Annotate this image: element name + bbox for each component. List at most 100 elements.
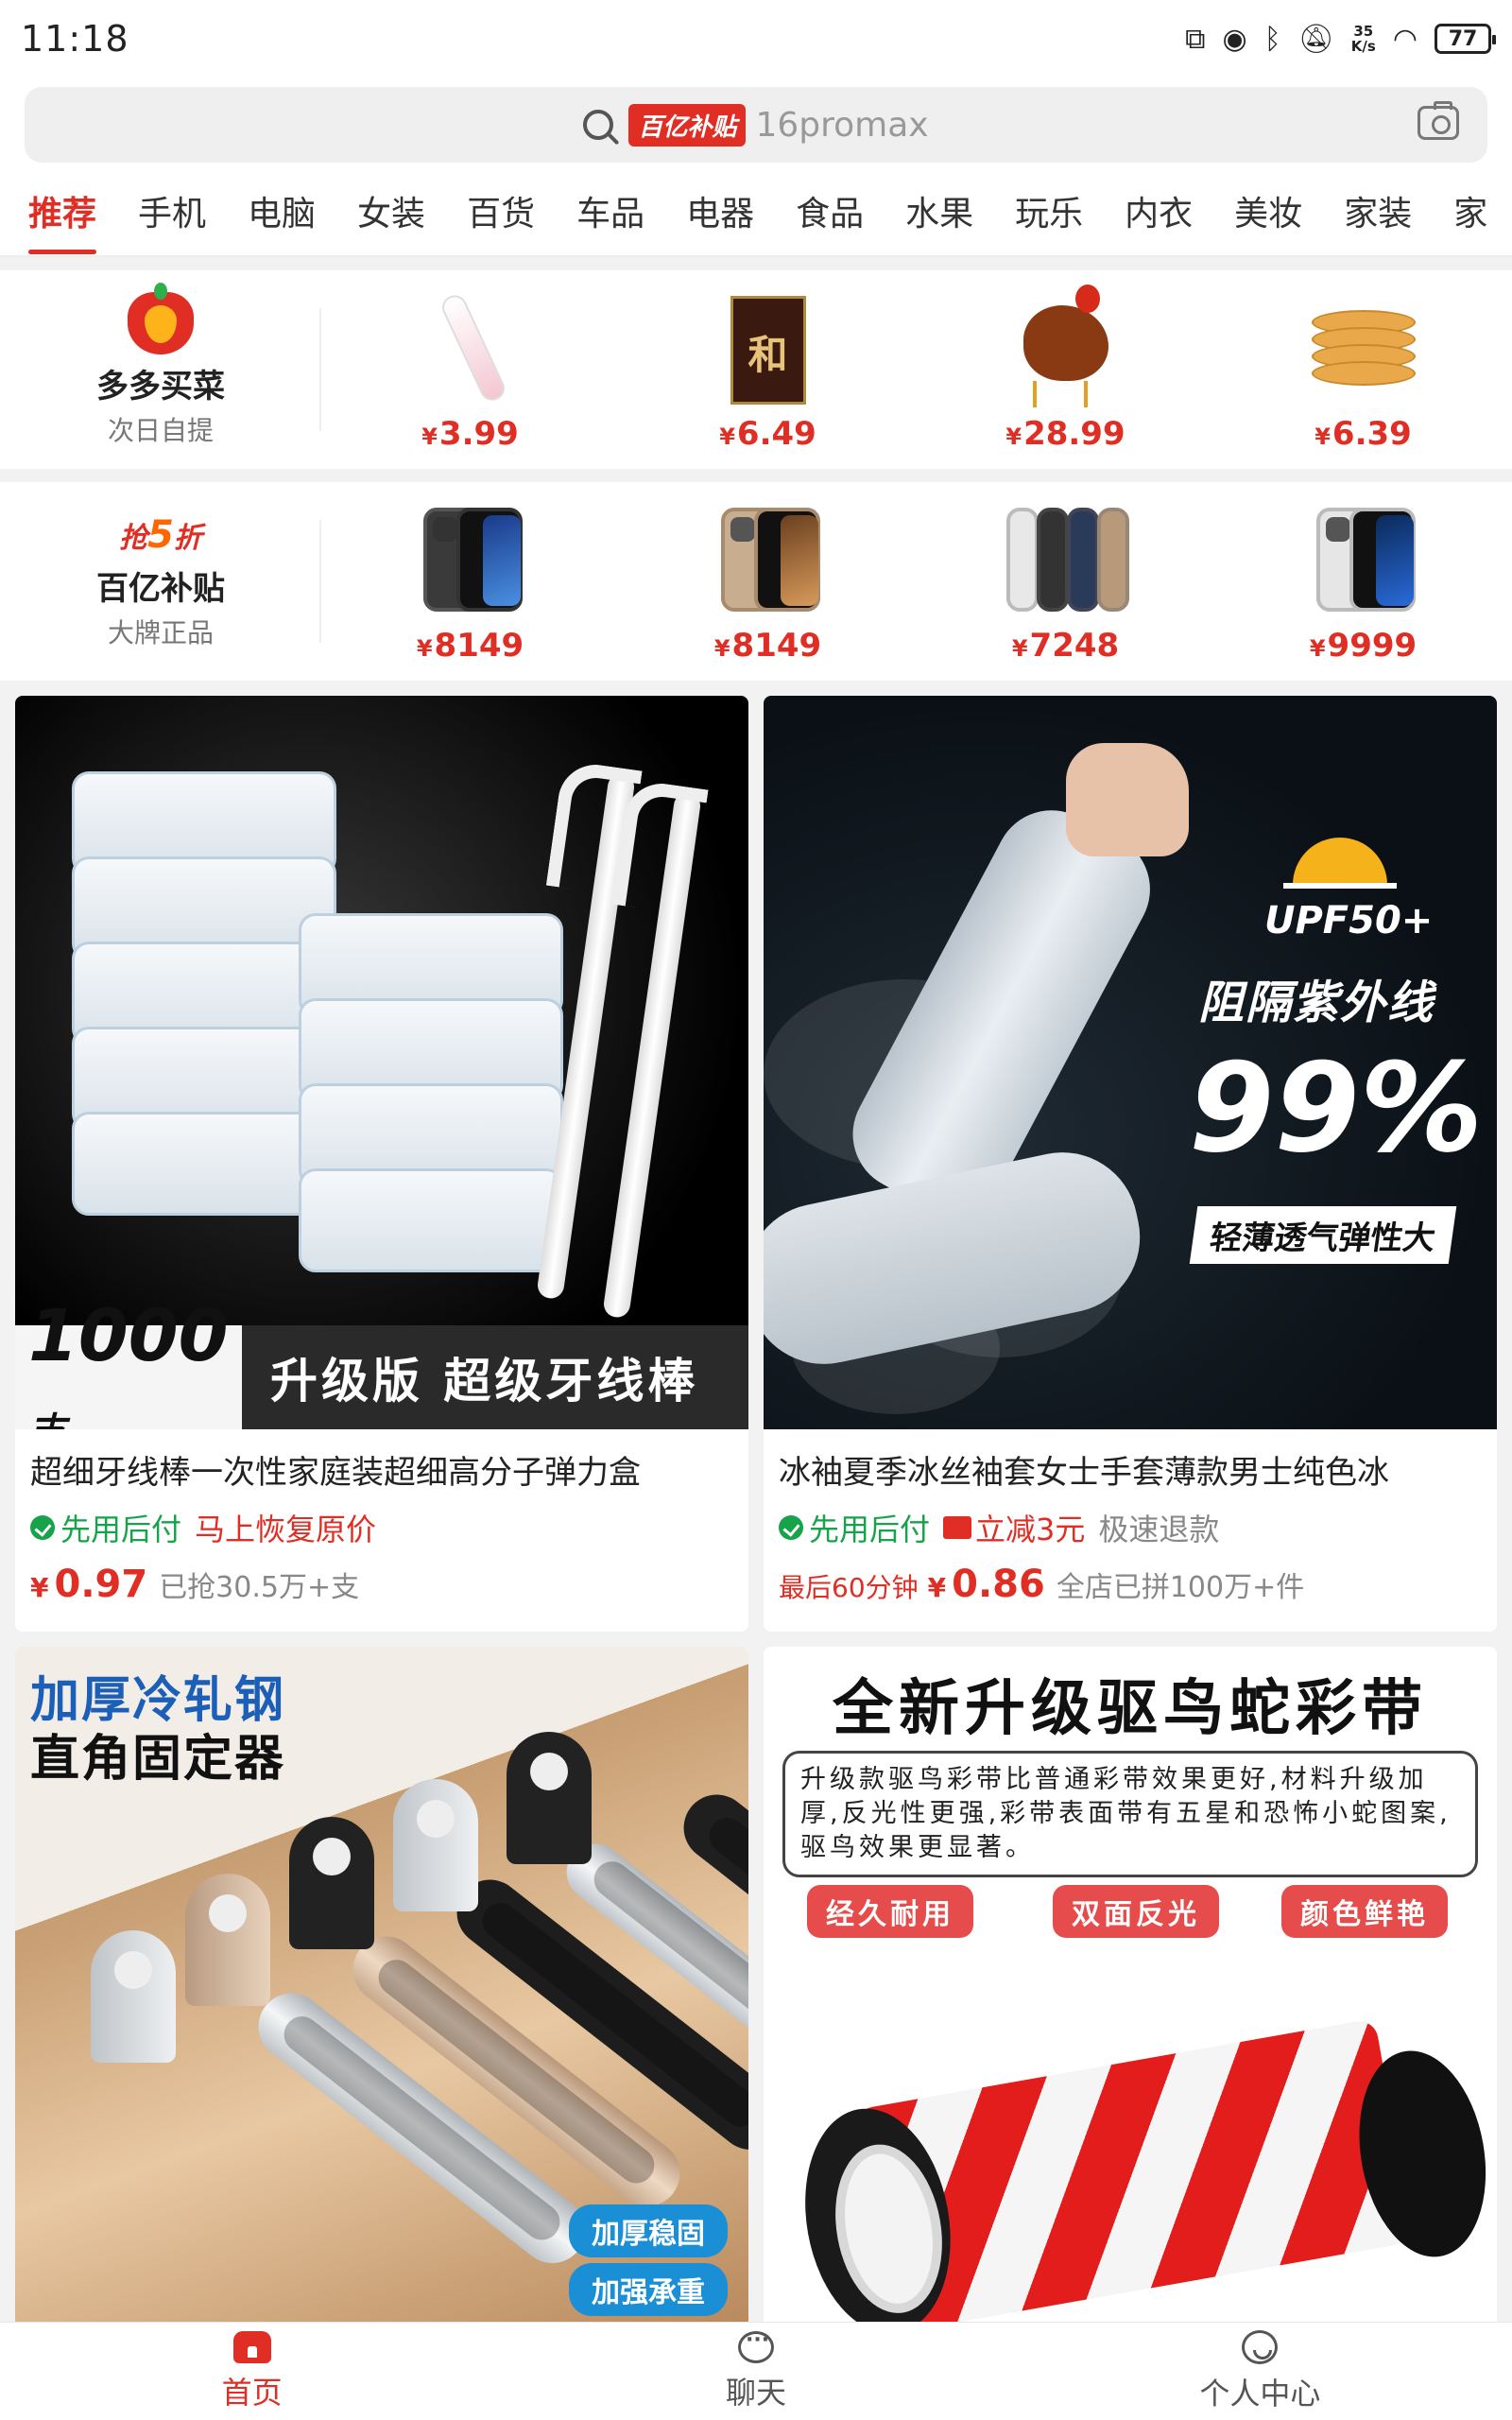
- status-time: 11:18: [21, 18, 129, 60]
- brand-subtitle: 大牌正品: [107, 616, 214, 648]
- promo-brand-subsidy[interactable]: 抢5折 百亿补贴 大牌正品: [0, 482, 321, 681]
- pay-later-icon: [779, 1515, 803, 1540]
- promo-item[interactable]: ¥28.99: [957, 285, 1175, 453]
- promo-price: ¥6.39: [1314, 415, 1412, 453]
- network-speed: 35 K/s: [1351, 24, 1376, 54]
- product-tags: 先用后付 马上恢复原价: [15, 1493, 748, 1549]
- nav-profile[interactable]: 个人中心: [1008, 2323, 1512, 2420]
- status-bar: 11:18 ⧉ ◉ ᛒ 🔕︎ 35 K/s ◠ 77: [0, 0, 1512, 78]
- product-tags: 先用后付 立减3元 极速退款: [764, 1493, 1497, 1549]
- promo-price: ¥8149: [416, 627, 524, 665]
- tab-fruit[interactable]: 水果: [905, 186, 973, 241]
- image-banner: 1000支 升级版 超级牙线棒: [15, 1293, 748, 1429]
- nav-profile-label: 个人中心: [1199, 2375, 1321, 2411]
- tab-car-goods[interactable]: 车品: [576, 186, 644, 241]
- tea-box-icon: [707, 286, 830, 409]
- promo-item[interactable]: ¥6.39: [1255, 286, 1472, 453]
- tab-recommend[interactable]: 推荐: [28, 186, 97, 254]
- pay-later-tag: 先用后付: [30, 1506, 181, 1549]
- coupon-icon: [943, 1516, 972, 1539]
- promo-price: ¥6.49: [719, 415, 816, 453]
- product-card[interactable]: 全新升级驱鸟蛇彩带 升级款驱鸟彩带比普通彩带效果更好,材料升级加厚,反光性更强,…: [764, 1647, 1497, 2327]
- promo-item[interactable]: ¥3.99: [362, 286, 579, 453]
- person-icon: [1242, 2329, 1279, 2364]
- app-page: 11:18 ⧉ ◉ ᛒ 🔕︎ 35 K/s ◠ 77 百亿补贴 16promax…: [0, 0, 1512, 2420]
- tab-appliances[interactable]: 电器: [686, 186, 754, 241]
- product-title: 冰袖夏季冰丝袖套女士手套薄款男士纯色冰: [779, 1454, 1389, 1492]
- product-image-sleeve: UPF50+ 阻隔紫外线 99% 轻薄透气弹性大: [764, 696, 1497, 1429]
- camera-icon[interactable]: [1418, 101, 1459, 140]
- search-query: 16promax: [755, 105, 929, 145]
- promo-row-subsidy: 抢5折 百亿补贴 大牌正品 ¥8149 ¥8149 ¥7248 ¥9999: [0, 482, 1512, 681]
- nav-chat-label: 聊天: [725, 2374, 786, 2411]
- upf-label: UPF50+: [1264, 899, 1434, 942]
- toothbrush-icon: [409, 286, 532, 409]
- image-tag: 加厚稳固: [569, 2204, 728, 2257]
- product-card[interactable]: 加厚冷轧钢 直角固定器 加厚稳固 加强承重: [15, 1647, 748, 2327]
- image-title: 全新升级驱鸟蛇彩带: [833, 1674, 1428, 1744]
- product-card[interactable]: UPF50+ 阻隔紫外线 99% 轻薄透气弹性大 冰袖夏季冰丝袖套女士手套薄款男…: [764, 696, 1497, 1632]
- pancake-icon: [1302, 286, 1425, 409]
- tab-food[interactable]: 食品: [796, 186, 864, 241]
- tab-beauty[interactable]: 美妆: [1234, 186, 1302, 241]
- tab-womens-wear[interactable]: 女装: [357, 186, 425, 241]
- product-image-floss: 1000支 升级版 超级牙线棒: [15, 696, 748, 1429]
- feature-tag: 轻薄透气弹性大: [1189, 1206, 1457, 1264]
- promo-price: ¥8149: [713, 627, 822, 665]
- sold-count: 已抢30.5万+支: [159, 1571, 360, 1604]
- image-description: 升级款驱鸟彩带比普通彩带效果更好,材料升级加厚,反光性更强,彩带表面带有五星和恐…: [782, 1751, 1478, 1877]
- nav-chat[interactable]: 聊天: [504, 2323, 1007, 2420]
- carrot-logo-icon: [128, 282, 194, 354]
- pay-later-tag: 先用后付: [779, 1506, 930, 1549]
- promo-price: ¥28.99: [1005, 415, 1125, 453]
- sold-count: 全店已拼100万+件: [1056, 1571, 1305, 1604]
- promo-item[interactable]: ¥9999: [1255, 498, 1472, 665]
- nav-home[interactable]: 首页: [0, 2323, 504, 2420]
- subsidy-badge: 百亿补贴: [628, 103, 747, 147]
- nav-home-label: 首页: [221, 2374, 283, 2411]
- bottom-nav: 首页 聊天 个人中心: [0, 2322, 1512, 2420]
- search-icon: [583, 110, 614, 140]
- search-bar[interactable]: 百亿补贴 16promax: [25, 87, 1487, 163]
- discount-tag: 立减3元: [943, 1506, 1085, 1549]
- promo-price: ¥3.99: [421, 415, 519, 453]
- mute-icon: 🔕︎: [1297, 22, 1334, 56]
- discount-tag: 抢5折: [119, 512, 202, 557]
- promo-items: ¥8149 ¥8149 ¥7248 ¥9999: [321, 498, 1512, 665]
- image-tag: 加强承重: [569, 2263, 728, 2316]
- pay-later-icon: [30, 1515, 55, 1540]
- promo-brand-grocery[interactable]: 多多买菜 次日自提: [0, 270, 321, 469]
- cast-icon: ⧉: [1185, 22, 1206, 56]
- bluetooth-icon: ᛒ: [1263, 22, 1281, 56]
- tab-phones[interactable]: 手机: [138, 186, 206, 241]
- countdown-label: 最后60分钟: [779, 1572, 919, 1603]
- tab-home-decor[interactable]: 家装: [1344, 186, 1412, 241]
- product-card[interactable]: 1000支 升级版 超级牙线棒 超细牙线棒一次性家庭装超细高分子弹力盒 先用后付…: [15, 696, 748, 1632]
- promo-item[interactable]: ¥7248: [957, 498, 1175, 665]
- net-speed-unit: K/s: [1350, 38, 1376, 55]
- promo-item[interactable]: ¥6.49: [660, 286, 877, 453]
- tab-underwear[interactable]: 内衣: [1125, 186, 1193, 241]
- tab-computers[interactable]: 电脑: [248, 186, 316, 241]
- tab-home-partial[interactable]: 家: [1453, 186, 1487, 241]
- promo-item[interactable]: ¥8149: [660, 498, 877, 665]
- product-image-bracket: 加厚冷轧钢 直角固定器 加厚稳固 加强承重: [15, 1647, 748, 2327]
- image-pill: 经久耐用: [807, 1885, 973, 1938]
- phone-icon: [707, 498, 830, 621]
- phone-icon: [1302, 498, 1425, 621]
- eye-icon: ◉: [1222, 22, 1247, 56]
- search-area: 百亿补贴 16promax: [0, 78, 1512, 172]
- tab-entertainment[interactable]: 玩乐: [1015, 186, 1083, 241]
- status-icons: ⧉ ◉ ᛒ 🔕︎ 35 K/s ◠ 77: [1185, 22, 1496, 56]
- image-pill: 颜色鲜艳: [1281, 1885, 1448, 1938]
- chat-icon: [737, 2328, 774, 2363]
- promo-item[interactable]: ¥8149: [362, 498, 579, 665]
- brand-title: 百亿补贴: [96, 569, 225, 608]
- home-icon: [232, 2330, 271, 2363]
- promo-tag: 马上恢复原价: [195, 1512, 377, 1547]
- product-title: 超细牙线棒一次性家庭装超细高分子弹力盒: [30, 1454, 641, 1492]
- promo-row-grocery: 多多买菜 次日自提 ¥3.99 ¥6.49 ¥28.99 ¥6.39: [0, 270, 1512, 469]
- brand-subtitle: 次日自提: [107, 414, 214, 446]
- image-subtitle: 直角固定器: [30, 1731, 286, 1788]
- tab-general-goods[interactable]: 百货: [467, 186, 535, 241]
